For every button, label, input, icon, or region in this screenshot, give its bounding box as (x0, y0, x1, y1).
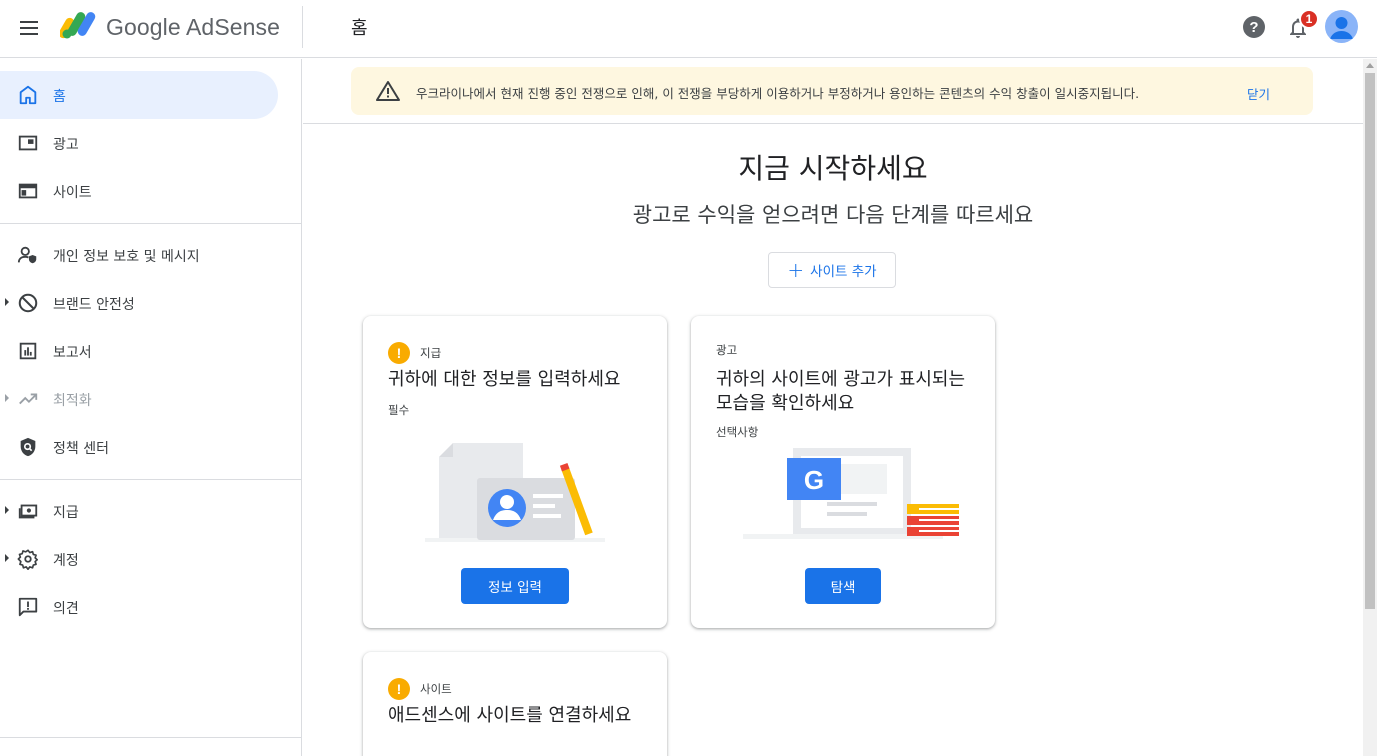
card-tag-row: ! 사이트 (388, 678, 452, 700)
app-header: Google AdSense 홈 ? 1 (0, 0, 1377, 58)
sidebar-item-account[interactable]: 계정 (0, 535, 278, 583)
sites-icon (18, 183, 38, 199)
sidebar-item-label: 개인 정보 보호 및 메시지 (53, 249, 200, 265)
card-requirement: 필수 (388, 403, 410, 417)
sidebar-item-label: 의견 (53, 601, 79, 617)
page-heading: 지금 시작하세요 (738, 152, 928, 185)
sidebar-divider (0, 223, 302, 224)
war-notice-banner: 우크라이나에서 현재 진행 중인 전쟁으로 인해, 이 전쟁을 부당하게 이용하… (351, 67, 1313, 115)
content-divider (303, 123, 1363, 124)
sidebar-item-label: 최적화 (53, 393, 92, 409)
notification-count-badge: 1 (1299, 9, 1319, 29)
svg-text:G: G (804, 465, 824, 495)
alert-icon: ! (388, 342, 410, 364)
add-site-button[interactable]: + 사이트 추가 (768, 252, 896, 288)
block-icon (18, 293, 38, 313)
sidebar-item-label: 홈 (53, 89, 66, 105)
account-avatar[interactable] (1325, 10, 1358, 43)
expand-caret-icon (5, 506, 9, 514)
home-icon (19, 85, 37, 105)
sidebar-item-label: 사이트 (53, 185, 92, 201)
sidebar-divider (0, 737, 302, 738)
gear-icon (17, 549, 38, 570)
bar-chart-icon (19, 342, 37, 360)
sidebar-item-optimization[interactable]: 최적화 (0, 375, 278, 423)
card-tag-row: 광고 (716, 342, 737, 358)
profile-form-illustration (425, 443, 605, 542)
sidebar-item-reports[interactable]: 보고서 (0, 327, 278, 375)
user-avatar-icon (1325, 10, 1358, 43)
page-subheading: 광고로 수익을 얻으려면 다음 단계를 따르세요 (632, 203, 1034, 227)
banner-message: 우크라이나에서 현재 진행 중인 전쟁으로 인해, 이 전쟁을 부당하게 이용하… (416, 86, 1140, 101)
plus-icon: + (787, 258, 805, 282)
card-title: 귀하의 사이트에 광고가 표시되는 모습을 확인하세요 (716, 369, 966, 414)
payments-icon (18, 504, 38, 519)
sidebar-nav: 홈 광고 사이트 개인 정보 보호 및 메시지 브랜드 안전성 보고서 최적화 … (0, 59, 302, 756)
card-tag: 지급 (420, 346, 442, 360)
card-connect-site: ! 사이트 애드센스에 사이트를 연결하세요 (363, 652, 667, 756)
scroll-up-arrow-icon[interactable] (1366, 63, 1374, 68)
sidebar-item-label: 지급 (53, 505, 79, 521)
sidebar-item-sites[interactable]: 사이트 (0, 167, 278, 215)
brand-name[interactable]: Google AdSense (106, 14, 280, 41)
sidebar-item-label: 광고 (53, 137, 79, 153)
policy-shield-icon (20, 437, 36, 457)
sidebar-item-label: 정책 센터 (53, 441, 109, 457)
card-requirement: 선택사항 (716, 425, 759, 439)
sidebar-item-label: 계정 (53, 553, 79, 569)
main-menu-button[interactable] (14, 13, 44, 43)
feedback-icon (18, 597, 38, 617)
sidebar-item-ads[interactable]: 광고 (0, 119, 278, 167)
help-icon[interactable]: ? (1243, 16, 1265, 38)
warning-triangle-icon (376, 81, 400, 101)
card-tag: 사이트 (420, 682, 452, 696)
expand-caret-icon (5, 394, 9, 402)
card-tag: 광고 (716, 343, 738, 357)
sidebar-item-brand-safety[interactable]: 브랜드 안전성 (0, 279, 278, 327)
ads-icon (18, 135, 38, 151)
sidebar-item-feedback[interactable]: 의견 (0, 583, 278, 631)
explore-button[interactable]: 탐색 (805, 568, 881, 604)
alert-icon: ! (388, 678, 410, 700)
header-divider (302, 6, 303, 48)
sidebar-divider (0, 479, 302, 480)
sidebar-item-label: 브랜드 안전성 (53, 297, 135, 313)
card-tag-row: ! 지급 (388, 342, 441, 364)
main-scrollbar[interactable] (1363, 59, 1377, 756)
privacy-icon (17, 246, 37, 264)
scrollbar-thumb[interactable] (1365, 73, 1375, 609)
sidebar-item-privacy-messaging[interactable]: 개인 정보 보호 및 메시지 (0, 231, 278, 279)
trending-up-icon (19, 393, 38, 405)
sidebar-item-policy-center[interactable]: 정책 센터 (0, 423, 278, 471)
banner-close-link[interactable]: 닫기 (1247, 84, 1270, 103)
enter-info-button[interactable]: 정보 입력 (461, 568, 569, 604)
card-title: 귀하에 대한 정보를 입력하세요 (388, 369, 621, 390)
expand-caret-icon (5, 298, 9, 306)
add-site-label: 사이트 추가 (810, 264, 877, 280)
expand-caret-icon (5, 554, 9, 562)
laptop-ad-illustration: G (743, 448, 959, 539)
page-title: 홈 (351, 18, 368, 39)
sidebar-item-label: 보고서 (53, 345, 92, 361)
adsense-logo-icon (60, 12, 96, 39)
sidebar-item-payments[interactable]: 지급 (0, 487, 278, 535)
card-payment-info: ! 지급 귀하에 대한 정보를 입력하세요 필수 정보 입력 (363, 316, 667, 628)
sidebar-item-home[interactable]: 홈 (0, 71, 278, 119)
card-ad-preview: 광고 귀하의 사이트에 광고가 표시되는 모습을 확인하세요 선택사항 G 탐색 (691, 316, 995, 628)
main-content: 우크라이나에서 현재 진행 중인 전쟁으로 인해, 이 전쟁을 부당하게 이용하… (303, 59, 1377, 756)
card-title: 애드센스에 사이트를 연결하세요 (388, 705, 632, 726)
